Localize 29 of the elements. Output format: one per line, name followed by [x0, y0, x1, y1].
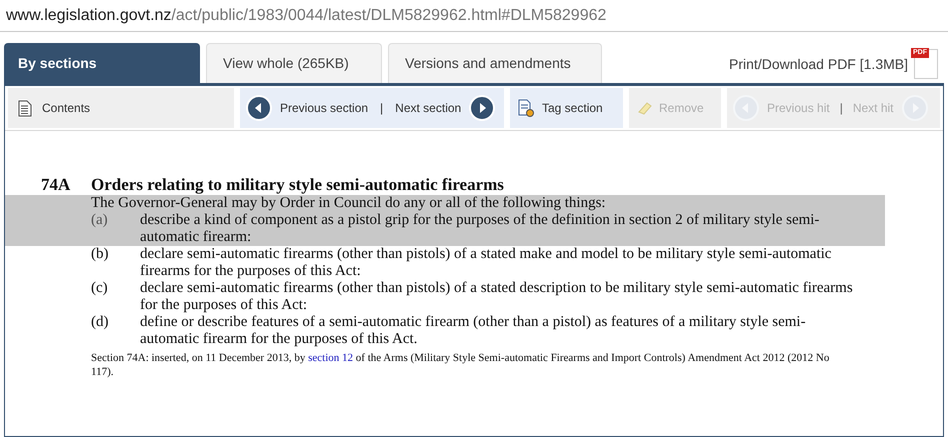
intro-text: The Governor-General may by Order in Council do any or all of the following things:	[91, 195, 606, 211]
print-pdf-link[interactable]: Print/Download PDF [1.3MB]	[729, 54, 908, 75]
tab[interactable]: Versions and amendments	[388, 43, 602, 83]
history-note: Section 74A: inserted, on 11 December 2013, by section 12 of the Arms (Military Style Semi-automatic Firearms and Import Controls) Amendment Act 2012 (2012 No 117).	[90, 351, 830, 379]
section-number: 74A	[41, 175, 72, 195]
address-bar[interactable]: www.legislation.govt.nz/act/public/1983/0044/latest/DLM5829962.html#DLM5829962	[0, 0, 948, 32]
item-text: describe a kind of component as a pistol grip for the purposes of the definition in section 2 of military style semi-automatic firearm:	[140, 212, 820, 246]
tag-document-icon	[518, 99, 534, 117]
item-text: declare semi-automatic firearms (other than pistols) of a stated make and model to be military style semi-automatic firearms for the purposes of this Act:	[140, 246, 832, 280]
tab[interactable]: View whole (265KB)	[206, 43, 382, 83]
tab[interactable]: By sections	[4, 43, 200, 83]
separator: |	[380, 100, 384, 117]
url-path: /act/public/1983/0044/latest/DLM5829962.html#DLM5829962	[171, 6, 606, 26]
eraser-icon	[637, 101, 653, 115]
document-icon	[18, 100, 32, 116]
item-label: (b)	[91, 246, 110, 264]
url-host: www.legislation.govt.nz	[6, 6, 172, 26]
item-label: (d)	[91, 314, 110, 332]
next-section-button[interactable]: Next section	[395, 95, 496, 121]
previous-section-button[interactable]: Previous section	[246, 95, 368, 121]
section-link[interactable]: section 12	[308, 352, 354, 364]
item-text: declare semi-automatic firearms (other than pistols) of a stated description to be military style semi-automatic firearms for the purposes of this Act:	[140, 280, 854, 314]
section-title: Orders relating to military style semi-automatic firearms	[91, 175, 504, 195]
item-text: define or describe features of a semi-automatic firearm (other than a pistol) as features of a military style semi-automatic firearm for the purposes of this Act.	[140, 314, 807, 348]
tag-section-button[interactable]: Tag section	[510, 88, 623, 128]
separator: |	[840, 100, 843, 117]
item-label: (c)	[91, 280, 109, 298]
contents-button[interactable]: Contents	[8, 88, 234, 128]
item-label: (a)	[91, 212, 109, 230]
